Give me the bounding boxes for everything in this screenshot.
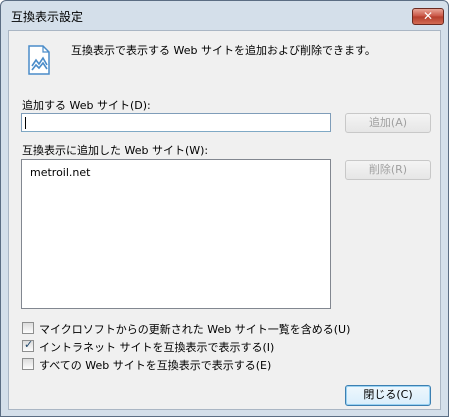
all-sites-label[interactable]: すべての Web サイトを互換表示で表示する(E): [39, 357, 271, 373]
site-list-label: 互換表示に追加した Web サイト(W):: [22, 144, 209, 157]
add-button[interactable]: 追加(A): [345, 113, 431, 133]
add-site-input[interactable]: [21, 113, 331, 132]
site-list[interactable]: metroil.net: [21, 159, 331, 309]
dialog-window: 互換表示設定 ✕ 互換表示で表示する Web サイトを追加および削除できます。 …: [0, 0, 449, 417]
include-ms-list-label[interactable]: マイクロソフトからの更新された Web サイト一覧を含める(U): [39, 321, 350, 337]
dialog-title: 互換表示設定: [11, 10, 84, 24]
add-site-label: 追加する Web サイト(D):: [22, 99, 151, 112]
remove-button[interactable]: 削除(R): [345, 160, 431, 180]
intranet-checkbox[interactable]: ✓: [22, 338, 34, 352]
close-button[interactable]: 閉じる(C): [345, 385, 431, 406]
web-page-icon: [28, 45, 50, 75]
dialog-body: 互換表示で表示する Web サイトを追加および削除できます。 追加する Web …: [8, 30, 441, 410]
list-item[interactable]: metroil.net: [30, 166, 90, 179]
all-sites-checkbox[interactable]: [22, 358, 34, 370]
text-caret: [25, 117, 26, 129]
intro-text: 互換表示で表示する Web サイトを追加および削除できます。: [71, 44, 376, 57]
checkmark-icon: ✓: [24, 338, 34, 351]
close-window-button[interactable]: ✕: [412, 8, 444, 25]
intranet-label[interactable]: イントラネット サイトを互換表示で表示する(I): [39, 339, 274, 355]
include-ms-list-checkbox[interactable]: [22, 322, 34, 334]
title-bar[interactable]: 互換表示設定 ✕: [1, 1, 448, 29]
